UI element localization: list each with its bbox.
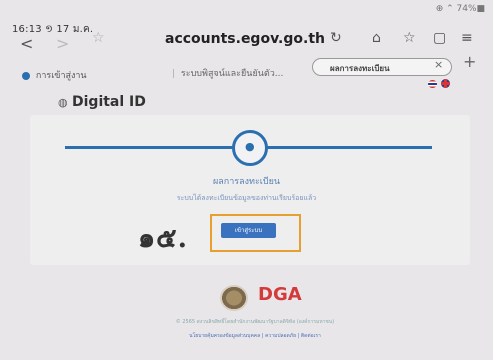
tab-2-label: ระบบพิสูจน์และยืนยันตัว... — [180, 69, 284, 79]
user-icon: ● — [245, 140, 255, 153]
uk-flag-icon[interactable] — [441, 79, 450, 88]
tab-2[interactable]: | ระบบพิสูจน์และยืนยันตัว... — [172, 66, 283, 80]
progress-line-right — [266, 146, 432, 149]
tab-1[interactable]: การเข้าสู่งาน — [22, 68, 87, 82]
back-button[interactable]: < — [20, 34, 33, 53]
new-tab-button[interactable]: + — [463, 52, 476, 71]
reload-icon[interactable]: ↻ — [330, 30, 346, 46]
home-icon[interactable]: ⌂ — [372, 30, 388, 46]
menu-icon[interactable]: ≡ — [461, 30, 477, 46]
handwritten-number: ๑๕. — [138, 223, 188, 254]
close-tab-icon[interactable]: × — [434, 58, 443, 71]
site-icon — [22, 71, 30, 80]
tab-3-label: ผลการลงทะเบียน — [330, 64, 390, 73]
thai-flag-icon[interactable] — [428, 80, 437, 88]
forward-button[interactable]: > — [56, 34, 69, 53]
government-seal-icon — [220, 285, 248, 311]
star-icon[interactable]: ☆ — [403, 30, 419, 46]
tabs-icon[interactable]: ▢ — [433, 30, 449, 46]
fingerprint-icon: ◍ — [58, 96, 68, 109]
dga-logo: DGA — [258, 284, 302, 305]
copyright-text: © 2565 สงวนลิขสิทธิ์โดยสำนักงานพัฒนารัฐบ… — [175, 319, 335, 325]
progress-line-left — [65, 146, 233, 149]
tab-1-label: การเข้าสู่งาน — [35, 71, 87, 81]
status-indicators: ⊕ ⌃ 74%■ — [435, 4, 485, 14]
tab-divider: | — [172, 69, 176, 79]
address-bar[interactable]: accounts.egov.go.th — [165, 31, 325, 47]
footer-links[interactable]: นโยบายคุ้มครองข้อมูลส่วนบุคคล | ความปลอด… — [60, 332, 450, 340]
success-message: ระบบได้ลงทะเบียนข้อมูลของท่านเรียบร้อยแล… — [176, 194, 317, 202]
page-title: ผลการลงทะเบียน — [212, 177, 281, 187]
login-button[interactable]: เข้าสู่ระบบ — [221, 223, 276, 238]
site-logo-text[interactable]: Digital ID — [72, 94, 146, 110]
bookmark-icon[interactable]: ☆ — [92, 30, 108, 46]
